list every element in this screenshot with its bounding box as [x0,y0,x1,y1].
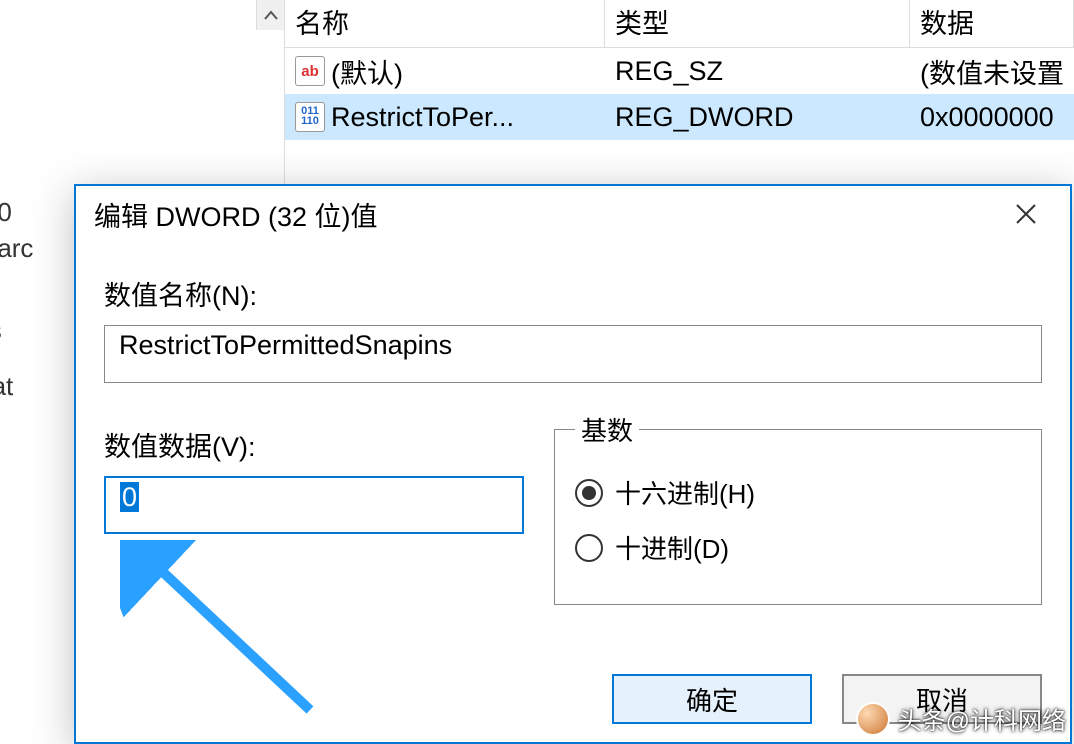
registry-list: 名称 类型 数据 ab(默认)REG_SZ(数值未设置011110Restric… [285,0,1074,140]
edit-dword-dialog: 编辑 DWORD (32 位)值 数值名称(N): RestrictToPerm… [74,184,1072,744]
scroll-up-icon[interactable] [256,0,284,30]
base-fieldset: 基数 十六进制(H) 十进制(D) [554,411,1042,605]
value-data-input[interactable]: 0 [104,476,524,534]
radio-dot-icon [575,534,603,562]
dialog-titlebar[interactable]: 编辑 DWORD (32 位)值 [76,186,1070,244]
value-data-label: 数值数据(V): [104,425,524,464]
dialog-title: 编辑 DWORD (32 位)值 [94,195,378,234]
header-data[interactable]: 数据 [910,0,1074,47]
cell-name-text: RestrictToPer... [331,102,514,133]
list-header: 名称 类型 数据 [285,0,1074,48]
tree-item[interactable]: k [0,30,200,66]
avatar-icon [856,702,890,736]
close-icon[interactable] [996,194,1056,234]
radio-hex[interactable]: 十六进制(H) [575,474,1021,511]
value-name-label: 数值名称(N): [104,274,1042,313]
reg-dword-icon: 011110 [295,102,325,132]
tree-item[interactable] [0,102,200,112]
base-legend: 基数 [575,411,639,448]
tree-item[interactable]: ir [0,112,200,148]
tree-item[interactable] [0,148,200,158]
radio-dot-icon [575,479,603,507]
value-name-input[interactable]: RestrictToPermittedSnapins [104,325,1042,383]
ok-button[interactable]: 确定 [612,674,812,724]
list-row[interactable]: ab(默认) REG_SZ(数值未设置 [285,48,1074,94]
radio-dec[interactable]: 十进制(D) [575,529,1021,566]
header-name[interactable]: 名称 [285,0,605,47]
list-row[interactable]: 011110RestrictToPer... REG_DWORD0x0000000 [285,94,1074,140]
reg-sz-icon: ab [295,56,325,86]
cell-name-text: (默认) [331,52,403,91]
header-type[interactable]: 类型 [605,0,910,47]
watermark: 头条@计科网络 [856,701,1066,736]
tree-item[interactable]: rs [0,66,200,102]
cell-data-text: (数值未设置 [910,50,1074,93]
cell-type-text: REG_DWORD [605,100,910,135]
cell-type-text: REG_SZ [605,54,910,89]
cell-data-text: 0x0000000 [910,100,1074,135]
